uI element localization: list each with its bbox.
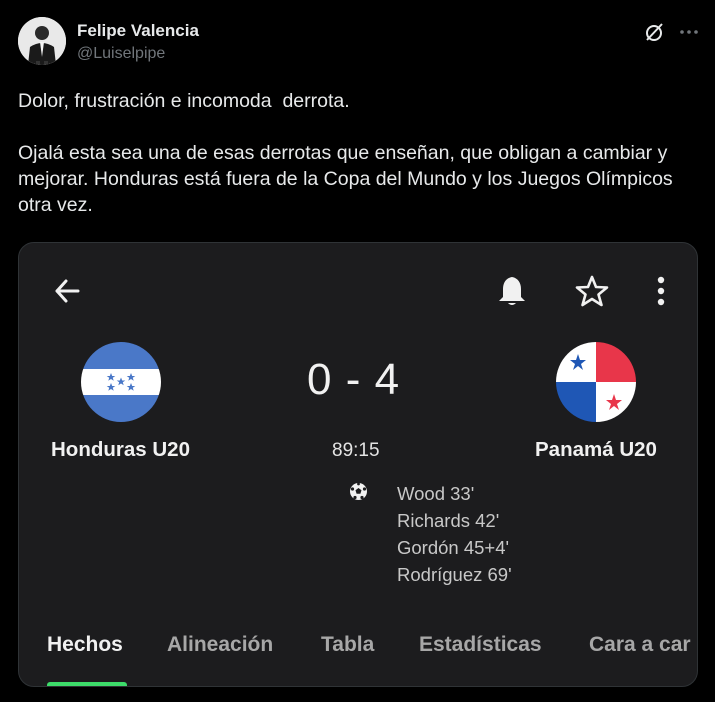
kebab-menu-icon[interactable] — [649, 275, 673, 307]
tweet-text: Dolor, frustración e incomoda derrota. O… — [18, 88, 708, 218]
author-handle[interactable]: @Luiselpipe — [77, 45, 165, 63]
home-team-name[interactable]: Honduras U20 — [51, 438, 190, 462]
avatar[interactable] — [18, 17, 66, 65]
tab-tabla[interactable]: Tabla — [321, 633, 374, 657]
panama-flag-icon — [556, 342, 636, 422]
star-icon[interactable] — [575, 274, 609, 308]
match-score: 0 - 4 — [307, 355, 401, 404]
goal-scorer: Gordón 45+4' — [397, 537, 510, 558]
away-team-name[interactable]: Panamá U20 — [535, 438, 657, 462]
grok-icon[interactable] — [643, 21, 665, 43]
tab-estadisticas[interactable]: Estadísticas — [419, 633, 542, 657]
author-name[interactable]: Felipe Valencia — [77, 21, 199, 41]
tab-alineacion[interactable]: Alineación — [167, 633, 273, 657]
tweet-paragraph: Ojalá esta sea una de esas derrotas que … — [18, 142, 679, 216]
match-clock: 89:15 — [332, 440, 380, 461]
goal-scorer: Rodríguez 69' — [397, 564, 512, 585]
goal-scorer: Wood 33' — [397, 483, 475, 504]
tab-hechos[interactable]: Hechos — [47, 633, 123, 657]
arrow-left-icon[interactable] — [51, 275, 83, 307]
bell-icon[interactable] — [497, 275, 527, 307]
tab-bar: Hechos Alineación Tabla Estadísticas Car… — [19, 633, 697, 667]
active-tab-indicator — [47, 682, 127, 686]
goal-scorer: Richards 42' — [397, 510, 500, 531]
tab-cara-a-cara[interactable]: Cara a car — [589, 633, 691, 657]
tweet-paragraph: Dolor, frustración e incomoda derrota. — [18, 90, 350, 112]
attached-image[interactable]: Honduras U20 Panamá U20 0 - 4 89:15 Wood… — [18, 242, 698, 687]
goal-scorers-list: Wood 33' Richards 42' Gordón 45+4' Rodrí… — [397, 480, 512, 588]
honduras-flag-icon — [81, 342, 161, 422]
soccer-ball-icon — [349, 482, 368, 501]
more-horizontal-icon[interactable] — [678, 21, 700, 43]
